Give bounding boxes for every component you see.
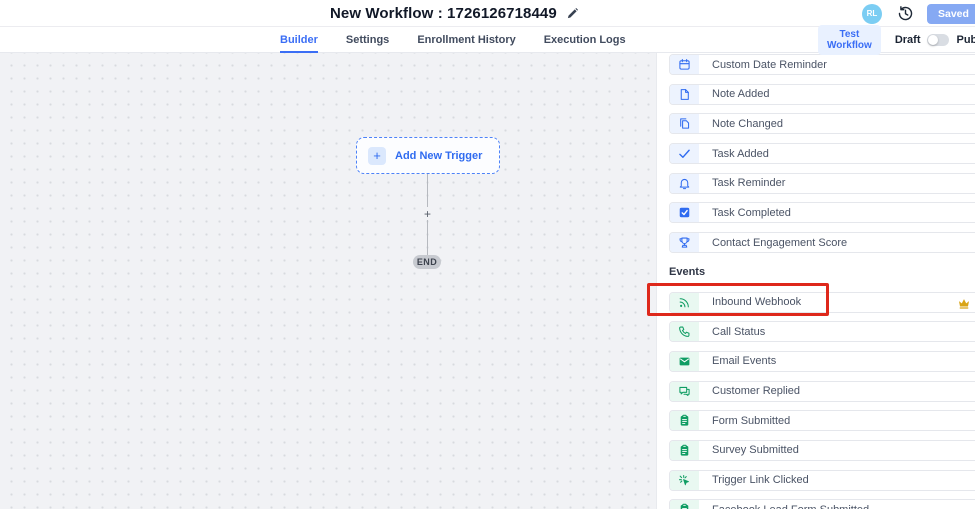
workflow-title: New Workflow : 1726126718449	[330, 5, 557, 22]
phone-icon	[670, 322, 699, 341]
trigger-item-task-added[interactable]: Task Added	[669, 143, 975, 164]
cursor-click-icon	[670, 471, 699, 490]
note-icon	[670, 85, 699, 104]
trigger-item-facebook-lead-form-submitted[interactable]: Facebook Lead Form Submitted	[669, 499, 975, 509]
trigger-item-label: Task Reminder	[699, 174, 785, 193]
workflow-title-group: New Workflow : 1726126718449	[330, 0, 579, 27]
add-new-trigger-label: Add New Trigger	[395, 150, 482, 162]
trigger-item-task-reminder[interactable]: Task Reminder	[669, 173, 975, 194]
check-icon	[670, 144, 699, 163]
trigger-item-label: Task Completed	[699, 203, 791, 222]
bell-icon	[670, 174, 699, 193]
trigger-item-label: Email Events	[699, 352, 776, 371]
plus-icon: +	[368, 147, 386, 165]
version-history-icon[interactable]	[897, 5, 914, 22]
webhook-icon	[670, 293, 699, 312]
publish-toggle[interactable]	[927, 34, 949, 46]
trophy-icon	[670, 233, 699, 252]
toggle-knob	[928, 35, 938, 45]
clipboard-icon	[670, 441, 699, 460]
trigger-item-label: Facebook Lead Form Submitted	[699, 500, 869, 509]
clipboard-icon	[670, 500, 699, 509]
saved-button[interactable]: Saved	[927, 4, 975, 24]
tab-list: Builder Settings Enrollment History Executi…	[280, 27, 626, 53]
task-complete-icon	[670, 203, 699, 222]
trigger-item-label: Survey Submitted	[699, 441, 799, 460]
sidebar-section-header-events: Events	[669, 262, 975, 283]
trigger-item-contact-engagement-score[interactable]: Contact Engagement Score	[669, 232, 975, 253]
trigger-item-label: Form Submitted	[699, 411, 790, 430]
trigger-item-call-status[interactable]: Call Status	[669, 321, 975, 342]
trigger-item-note-added[interactable]: Note Added	[669, 84, 975, 105]
edit-title-pencil-icon[interactable]	[566, 7, 579, 20]
workflow-builder-app: New Workflow : 1726126718449 RL Saved Bu…	[0, 0, 975, 509]
trigger-item-label: Note Added	[699, 85, 770, 104]
add-step-plus-icon[interactable]: +	[421, 207, 434, 220]
tabbar-right-cluster: Test Workflow Draft Publish	[818, 27, 975, 53]
trigger-item-survey-submitted[interactable]: Survey Submitted	[669, 440, 975, 461]
tab-bar: Builder Settings Enrollment History Executi…	[0, 27, 975, 53]
avatar[interactable]: RL	[862, 4, 882, 24]
add-new-trigger-button[interactable]: + Add New Trigger	[356, 137, 500, 174]
tab-enrollment-history[interactable]: Enrollment History	[417, 27, 515, 53]
trigger-item-label: Call Status	[699, 322, 765, 341]
test-workflow-button[interactable]: Test Workflow	[818, 25, 881, 55]
trigger-item-note-changed[interactable]: Note Changed	[669, 113, 975, 134]
trigger-item-task-completed[interactable]: Task Completed	[669, 202, 975, 223]
publish-label: Publish	[956, 34, 975, 46]
trigger-list: Custom Date Reminder Note Added Note Chang…	[657, 53, 975, 509]
trigger-item-customer-replied[interactable]: Customer Replied	[669, 381, 975, 402]
mail-icon	[670, 352, 699, 371]
chat-icon	[670, 382, 699, 401]
trigger-item-trigger-link-clicked[interactable]: Trigger Link Clicked	[669, 470, 975, 491]
workflow-canvas[interactable]: + Add New Trigger + END	[0, 53, 656, 509]
tab-execution-logs[interactable]: Execution Logs	[544, 27, 626, 53]
end-node: END	[413, 255, 441, 269]
trigger-item-label: Customer Replied	[699, 382, 800, 401]
tab-settings[interactable]: Settings	[346, 27, 389, 53]
trigger-item-label: Note Changed	[699, 114, 783, 133]
trigger-item-custom-date-reminder[interactable]: Custom Date Reminder	[669, 54, 975, 75]
clipboard-icon	[670, 411, 699, 430]
trigger-item-label: Task Added	[699, 144, 769, 163]
header-right-cluster: RL Saved	[862, 0, 975, 27]
tab-builder[interactable]: Builder	[280, 27, 318, 53]
app-header: New Workflow : 1726126718449 RL Saved	[0, 0, 975, 27]
trigger-item-label: Trigger Link Clicked	[699, 471, 809, 490]
trigger-item-email-events[interactable]: Email Events	[669, 351, 975, 372]
draft-label: Draft	[895, 34, 921, 46]
trigger-item-form-submitted[interactable]: Form Submitted	[669, 410, 975, 431]
crown-icon	[957, 296, 971, 310]
trigger-item-inbound-webhook[interactable]: Inbound Webhook	[669, 292, 975, 313]
trigger-item-label: Custom Date Reminder	[699, 55, 827, 74]
trigger-item-label: Contact Engagement Score	[699, 233, 847, 252]
calendar-icon	[670, 55, 699, 74]
note-copy-icon	[670, 114, 699, 133]
trigger-picker-sidebar[interactable]: Custom Date Reminder Note Added Note Chang…	[656, 53, 975, 509]
trigger-item-label: Inbound Webhook	[699, 293, 801, 312]
